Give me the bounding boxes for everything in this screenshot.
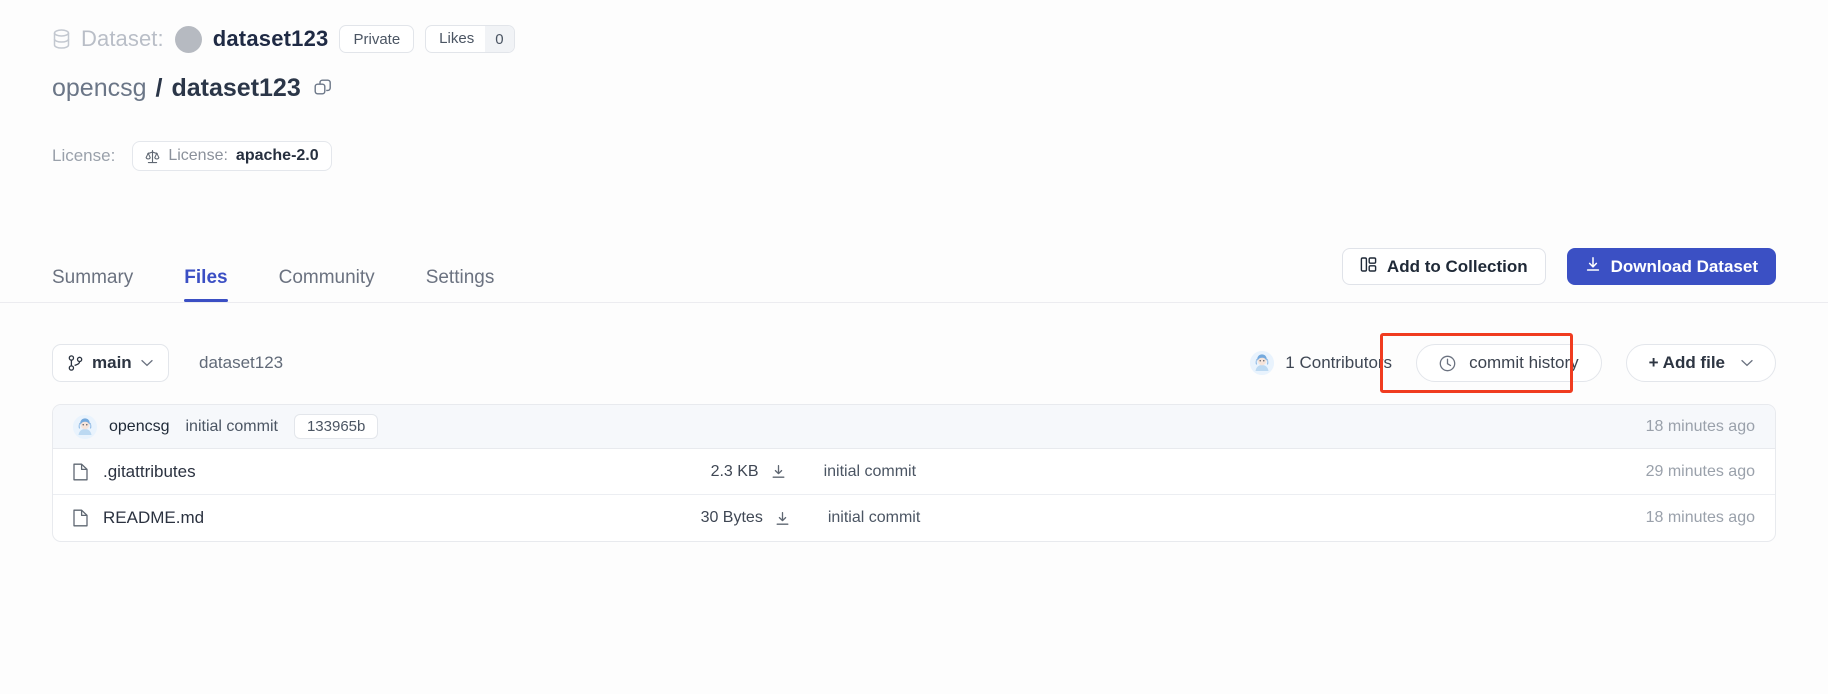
contributor-avatar-icon xyxy=(1250,351,1274,375)
add-to-collection-button[interactable]: Add to Collection xyxy=(1342,248,1546,285)
file-size-cell: 30 Bytes xyxy=(560,509,790,527)
file-size-cell: 2.3 KB xyxy=(556,463,786,481)
file-icon xyxy=(73,509,88,527)
table-row[interactable]: README.md 30 Bytes initial commit 18 min… xyxy=(53,495,1775,541)
dataset-page: Dataset: dataset123 Private Likes 0 open… xyxy=(0,0,1828,694)
file-timestamp: 18 minutes ago xyxy=(1646,509,1755,527)
likes-badge[interactable]: Likes 0 xyxy=(425,25,514,53)
chevron-down-icon xyxy=(141,359,153,367)
breadcrumb: opencsg / dataset123 xyxy=(52,72,332,104)
table-row[interactable]: .gitattributes 2.3 KB initial commit 29 … xyxy=(53,449,1775,495)
commit-history-button[interactable]: commit history xyxy=(1416,344,1602,382)
download-dataset-label: Download Dataset xyxy=(1611,257,1758,277)
file-table: opencsg initial commit 133965b 18 minute… xyxy=(52,404,1776,542)
clock-icon xyxy=(1439,355,1456,372)
branch-selector[interactable]: main xyxy=(52,344,169,382)
commit-hash-badge[interactable]: 133965b xyxy=(294,414,378,439)
copy-icon[interactable] xyxy=(301,79,332,97)
add-file-button[interactable]: + Add file xyxy=(1626,344,1776,382)
breadcrumb-owner[interactable]: opencsg xyxy=(52,74,147,103)
add-file-label: + Add file xyxy=(1649,353,1725,373)
tab-summary[interactable]: Summary xyxy=(52,267,133,302)
commit-author-avatar-icon xyxy=(73,415,97,439)
header-actions: Add to Collection Download Dataset xyxy=(1342,248,1776,285)
tab-files[interactable]: Files xyxy=(184,267,227,302)
file-icon xyxy=(73,463,88,481)
download-icon[interactable] xyxy=(775,511,790,526)
contributors-count-label: 1 Contributors xyxy=(1285,353,1392,373)
avatar xyxy=(175,26,202,53)
likes-label: Likes xyxy=(426,26,485,52)
contributors-info[interactable]: 1 Contributors xyxy=(1250,351,1392,375)
chevron-down-icon xyxy=(1741,359,1753,367)
license-chip-value: apache-2.0 xyxy=(236,147,319,165)
branch-name: main xyxy=(92,353,132,373)
files-toolbar: main dataset123 xyxy=(52,344,1776,384)
file-timestamp: 29 minutes ago xyxy=(1646,463,1755,481)
file-commit-message: initial commit xyxy=(790,509,1290,527)
database-icon xyxy=(53,29,70,49)
license-label: License: xyxy=(52,146,115,166)
dataset-header: Dataset: dataset123 Private Likes 0 xyxy=(53,22,515,56)
license-badge[interactable]: License: apache-2.0 xyxy=(132,141,331,171)
commit-author: opencsg xyxy=(109,418,170,436)
commit-history-label: commit history xyxy=(1469,353,1579,373)
tab-bar: Summary Files Community Settings xyxy=(52,258,494,302)
file-name[interactable]: README.md xyxy=(103,508,204,528)
breadcrumb-separator: / xyxy=(156,74,163,103)
file-name[interactable]: .gitattributes xyxy=(103,462,196,482)
visibility-badge: Private xyxy=(339,25,414,53)
license-chip-prefix: License: xyxy=(168,147,228,165)
file-size: 30 Bytes xyxy=(701,509,763,527)
file-size: 2.3 KB xyxy=(711,463,759,481)
file-commit-message: initial commit xyxy=(786,463,1286,481)
scale-icon xyxy=(145,149,160,164)
download-dataset-button[interactable]: Download Dataset xyxy=(1567,248,1776,285)
add-to-collection-label: Add to Collection xyxy=(1387,257,1528,277)
tab-settings[interactable]: Settings xyxy=(426,267,495,302)
git-branch-icon xyxy=(68,355,83,371)
collection-icon xyxy=(1360,256,1377,278)
tab-divider xyxy=(0,302,1828,303)
dataset-label: Dataset: xyxy=(81,26,164,52)
repo-path-label: dataset123 xyxy=(199,353,283,373)
toolbar-right-group: 1 Contributors commit history + Add file xyxy=(1250,344,1776,382)
likes-count: 0 xyxy=(485,26,513,52)
download-icon xyxy=(1585,256,1601,277)
breadcrumb-name[interactable]: dataset123 xyxy=(171,74,300,103)
license-row: License: License: apache-2.0 xyxy=(52,141,332,171)
commit-timestamp: 18 minutes ago xyxy=(1646,418,1755,436)
download-icon[interactable] xyxy=(771,464,786,479)
tab-community[interactable]: Community xyxy=(279,267,375,302)
latest-commit-row[interactable]: opencsg initial commit 133965b 18 minute… xyxy=(53,405,1775,449)
commit-message: initial commit xyxy=(186,418,278,436)
dataset-name: dataset123 xyxy=(213,26,329,52)
